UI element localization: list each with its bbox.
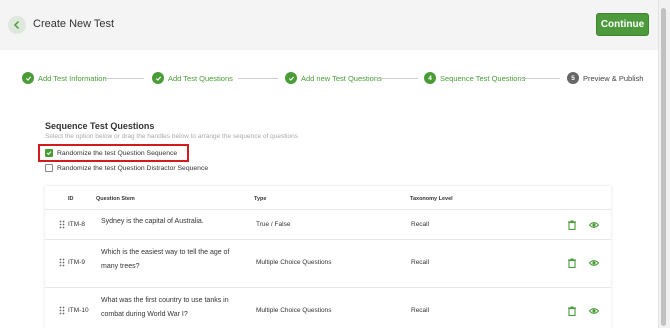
column-header-taxonomy-level: Taxonomy Level	[410, 196, 453, 202]
question-stem-line: many trees?	[101, 263, 140, 270]
row-divider	[45, 287, 611, 288]
option-label: Randomize the test Question Sequence	[57, 149, 178, 157]
scrollbar-thumb[interactable]	[661, 8, 666, 326]
step-add-new-test-questions[interactable]: Add new Test Questions	[285, 72, 382, 84]
check-icon	[46, 151, 52, 156]
checkbox-unchecked[interactable]	[45, 164, 53, 172]
back-button[interactable]	[8, 16, 26, 34]
step-connector	[104, 78, 144, 79]
step-label: Add Test Questions	[168, 73, 233, 83]
eye-icon[interactable]	[589, 258, 599, 268]
eye-icon[interactable]	[589, 220, 599, 230]
check-icon	[152, 72, 164, 84]
question-id: ITM-10	[68, 307, 89, 314]
step-preview-publish[interactable]: 5 Preview & Publish	[567, 72, 643, 84]
eye-icon[interactable]	[589, 306, 599, 316]
question-stem-line: What was the first country to use tanks …	[101, 297, 229, 304]
question-type: Multiple Choice Questions	[256, 307, 332, 314]
option-label: Randomize the test Question Distractor S…	[57, 164, 209, 172]
continue-button[interactable]: Continue	[596, 13, 649, 36]
chevron-left-icon	[13, 20, 20, 30]
question-type: Multiple Choice Questions	[256, 259, 332, 266]
question-id: ITM-9	[68, 259, 85, 266]
step-add-test-questions[interactable]: Add Test Questions	[152, 72, 233, 84]
section-subtitle: Select the option below or drag the hand…	[45, 133, 298, 140]
section-title: Sequence Test Questions	[45, 121, 155, 131]
drag-handle-icon[interactable]	[59, 220, 65, 229]
step-connector	[238, 78, 278, 79]
column-header-question-stem: Question Stem	[96, 196, 135, 202]
step-add-test-information[interactable]: Add Test Information	[22, 72, 107, 84]
question-type: True / False	[256, 221, 291, 228]
taxonomy-level: Recall	[411, 259, 430, 266]
checkbox-checked[interactable]	[45, 149, 53, 157]
trash-icon[interactable]	[567, 258, 577, 268]
row-divider	[45, 239, 611, 240]
step-number: 5	[567, 72, 579, 84]
row-divider	[45, 209, 611, 210]
column-header-id: ID	[68, 196, 74, 202]
step-label: Add new Test Questions	[301, 73, 382, 83]
check-icon	[22, 72, 34, 84]
step-label: Sequence Test Questions	[440, 73, 526, 83]
check-icon	[285, 72, 297, 84]
header: Create New Test Continue	[0, 0, 658, 50]
trash-icon[interactable]	[567, 220, 577, 230]
column-header-type: Type	[254, 196, 267, 202]
step-connector	[378, 78, 418, 79]
question-stem-line: Sydney is the capital of Australia.	[101, 218, 204, 225]
trash-icon[interactable]	[567, 306, 577, 316]
step-sequence-test-questions[interactable]: 4 Sequence Test Questions	[424, 72, 525, 84]
question-stem-line: combat during World War I?	[101, 311, 188, 318]
taxonomy-level: Recall	[411, 307, 430, 314]
question-stem-line: Which is the easiest way to tell the age…	[101, 249, 230, 256]
question-id: ITM-8	[68, 221, 85, 228]
randomize-question-sequence-option[interactable]: Randomize the test Question Sequence	[45, 149, 177, 157]
drag-handle-icon[interactable]	[59, 258, 65, 267]
randomize-distractor-sequence-option[interactable]: Randomize the test Question Distractor S…	[45, 164, 208, 172]
step-connector	[520, 78, 560, 79]
step-number: 4	[424, 72, 436, 84]
taxonomy-level: Recall	[411, 221, 430, 228]
drag-handle-icon[interactable]	[59, 306, 65, 315]
step-label: Preview & Publish	[583, 73, 644, 83]
step-label: Add Test Information	[38, 73, 107, 83]
page-title: Create New Test	[33, 18, 115, 30]
